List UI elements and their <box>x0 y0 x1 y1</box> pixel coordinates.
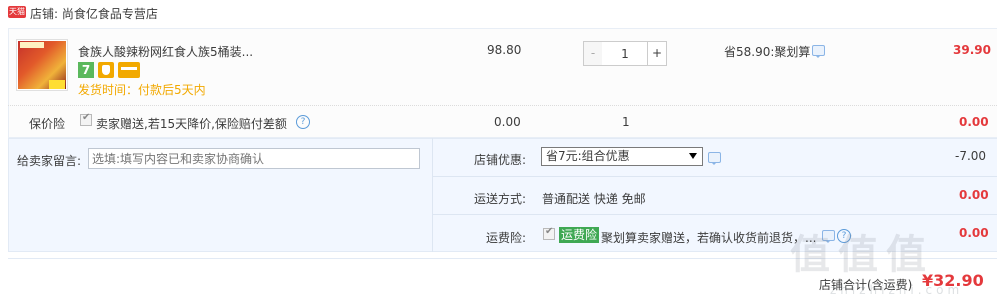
guarantee-icon[interactable] <box>98 62 114 78</box>
message-icon[interactable] <box>708 152 721 165</box>
row-divider <box>8 105 997 106</box>
watermark-logo: 值值值 <box>790 232 934 278</box>
price-protection-checkbox[interactable] <box>80 112 92 126</box>
return-insurance-text: 聚划算卖家赠送，若确认收货前退货，... <box>601 231 817 245</box>
chevron-down-icon <box>689 153 697 159</box>
quantity-increment-button[interactable]: + <box>647 41 667 66</box>
price-protection-label: 保价险 <box>29 117 66 131</box>
panel-row-divider <box>433 176 997 177</box>
help-icon[interactable]: ? <box>296 115 310 129</box>
product-title-link[interactable]: 食族人酸辣粉网红食人族5桶装... <box>78 43 253 60</box>
quantity-input[interactable] <box>602 41 648 66</box>
product-image-tag <box>20 42 44 48</box>
tmall-badge-icon: 天猫 <box>8 6 26 18</box>
credit-card-icon[interactable] <box>118 62 140 78</box>
unit-price: 98.80 <box>487 43 522 57</box>
shop-promo-label: 店铺优惠: <box>474 153 527 167</box>
return-insurance-tag: 运费险 <box>559 227 600 243</box>
watermark-url: zhizhizhi.com <box>830 283 964 297</box>
seller-note-label: 给卖家留言: <box>17 154 82 168</box>
panel-row-divider <box>433 214 997 215</box>
shipping-method-label: 运送方式: <box>474 192 527 206</box>
price-protection-total: 0.00 <box>959 115 989 129</box>
shipping-method-value: 普通配送 快递 免邮 <box>542 192 646 206</box>
shipping-total: 0.00 <box>959 188 989 202</box>
seller-note-input[interactable] <box>88 148 420 169</box>
discount-info: 省58.90:聚划算 <box>724 45 811 59</box>
price-protection-text: 卖家赠送,若15天降价,保险赔付差额 <box>96 117 287 131</box>
panel-divider <box>432 138 433 252</box>
shop-promo-selected: 省7元:组合优惠 <box>546 149 630 163</box>
seven-day-return-icon[interactable]: 7 <box>78 62 94 78</box>
product-thumbnail[interactable] <box>16 39 68 91</box>
return-insurance-total: 0.00 <box>959 226 989 240</box>
shop-promo-select[interactable]: 省7元:组合优惠 <box>541 147 703 166</box>
price-protection-qty: 1 <box>622 115 630 129</box>
shop-name-link[interactable]: 店铺: 尚食亿食品专营店 <box>30 5 158 22</box>
quantity-decrement-button[interactable]: - <box>583 41 603 66</box>
return-insurance-label: 运费险: <box>486 231 527 245</box>
message-icon[interactable] <box>812 45 825 58</box>
return-insurance-checkbox[interactable] <box>543 226 555 240</box>
item-total-price: 39.90 <box>953 43 991 57</box>
price-protection-price: 0.00 <box>494 115 521 129</box>
ship-time: 发货时间：付款后5天内 <box>78 83 206 97</box>
shop-promo-value: -7.00 <box>955 149 987 163</box>
product-image-price <box>49 80 65 89</box>
